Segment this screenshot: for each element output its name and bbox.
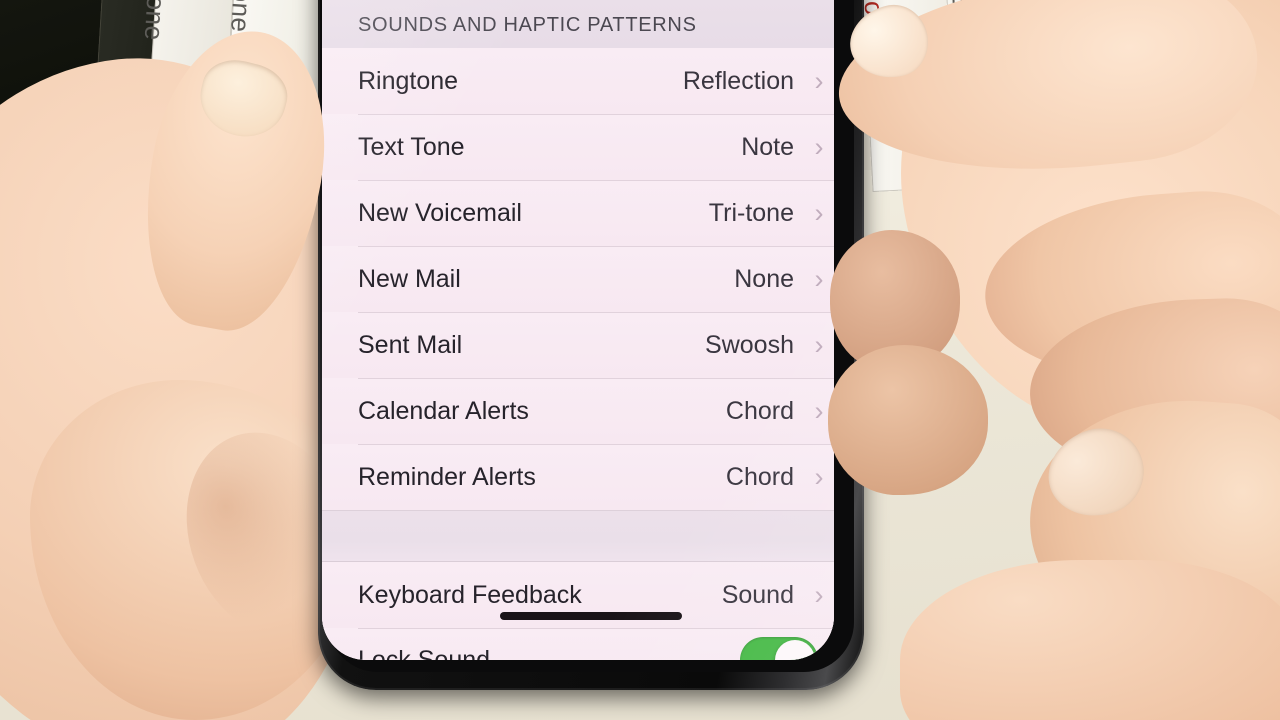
lock-sound-toggle[interactable]: [740, 637, 818, 660]
row-label: Text Tone: [358, 132, 465, 161]
settings-row-calendar-alerts[interactable]: Calendar Alerts Chord ›: [322, 378, 834, 444]
right-hand-knuckle-lower: [828, 345, 988, 495]
settings-row-reminder-alerts[interactable]: Reminder Alerts Chord ›: [322, 444, 834, 510]
chevron-right-icon: ›: [814, 131, 824, 162]
settings-group-primary: Ringtone Reflection › Text Tone Note › N…: [322, 48, 834, 510]
settings-row-ringtone[interactable]: Ringtone Reflection ›: [322, 48, 834, 114]
settings-row-lock-sound[interactable]: Lock Sound: [322, 628, 834, 660]
group-separator: [322, 510, 834, 562]
row-value: Chord: [725, 396, 794, 425]
screenshot-stage: phone phone iPho XPE PRO ≋≋≋ SOUNDS AND …: [0, 0, 1280, 720]
row-value: Tri-tone: [708, 198, 794, 227]
settings-row-text-tone[interactable]: Text Tone Note ›: [322, 114, 834, 180]
row-value: Note: [741, 132, 794, 161]
row-label: Reminder Alerts: [358, 462, 536, 491]
phone-screen: SOUNDS AND HAPTIC PATTERNS Ringtone Refl…: [322, 0, 834, 660]
settings-row-new-voicemail[interactable]: New Voicemail Tri-tone ›: [322, 180, 834, 246]
settings-row-sent-mail[interactable]: Sent Mail Swoosh ›: [322, 312, 834, 378]
toggle-knob: [775, 640, 815, 660]
section-header-sounds-and-haptic-patterns: SOUNDS AND HAPTIC PATTERNS: [322, 0, 834, 48]
background-box-label: phone: [138, 0, 174, 42]
chevron-right-icon: ›: [814, 579, 824, 610]
row-value: Reflection: [682, 66, 794, 95]
row-value: Chord: [725, 462, 794, 491]
row-label: Ringtone: [358, 66, 459, 95]
row-label: Keyboard Feedback: [358, 580, 582, 609]
row-value: Swoosh: [705, 330, 794, 359]
chevron-right-icon: ›: [814, 65, 824, 96]
background-box-label: phone: [224, 0, 260, 33]
row-label: Calendar Alerts: [358, 396, 529, 425]
row-label: Sent Mail: [358, 330, 463, 359]
chevron-right-icon: ›: [814, 197, 824, 228]
row-label: New Voicemail: [358, 198, 522, 227]
settings-group-secondary: Keyboard Feedback Sound › Lock Sound: [322, 562, 834, 660]
chevron-right-icon: ›: [814, 461, 824, 492]
row-label: New Mail: [358, 264, 461, 293]
row-value: None: [734, 264, 794, 293]
settings-row-new-mail[interactable]: New Mail None ›: [322, 246, 834, 312]
home-indicator[interactable]: [500, 612, 682, 620]
chevron-right-icon: ›: [814, 329, 824, 360]
row-label: Lock Sound: [358, 645, 491, 661]
row-value: Sound: [721, 580, 794, 609]
